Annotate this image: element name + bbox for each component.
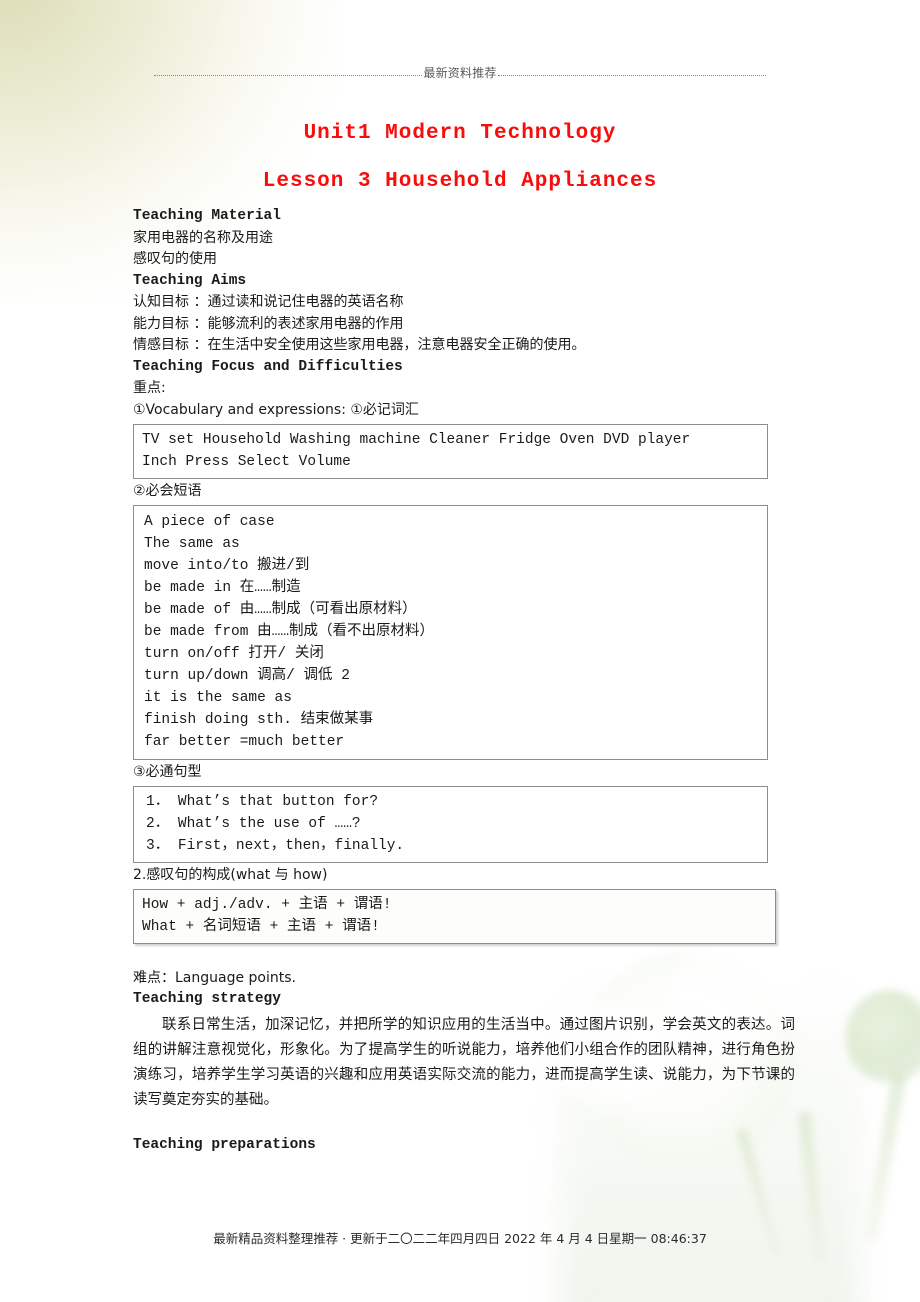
heading-teaching-preparations: Teaching preparations	[133, 1136, 316, 1153]
phrase-row: The same as	[144, 535, 240, 552]
teaching-material-line-2: 感叹句的使用	[133, 251, 217, 267]
teaching-aims-line-1: 认知目标 ：通过读和说记住电器的英语名称	[133, 294, 404, 310]
phrase-row: far better =much better	[144, 733, 345, 750]
flower-stem	[863, 1072, 907, 1242]
phrases-caption: ②必会短语	[133, 482, 202, 499]
vocabulary-row: TV set Household Washing machine Cleaner…	[142, 431, 691, 448]
exclamation-caption: 2.感叹句的构成(what 与 how)	[133, 866, 328, 883]
teaching-strategy-paragraph: 联系日常生活，加深记忆，并把所学的知识应用的生活当中。通过图片识别，学会英文的表…	[133, 1016, 795, 1108]
exclamation-structure-box: How + adj./adv. + 主语 + 谓语! What + 名词短语 +…	[133, 888, 776, 944]
phrase-row: be made in 在……制造	[144, 579, 301, 596]
teaching-aims-line-2: 能力目标 ：能够流利的表述家用电器的作用	[133, 315, 404, 332]
phrase-row: finish doing sth. 结束做某事	[144, 711, 374, 728]
phrase-row: turn on/off 打开/ 关闭	[144, 645, 324, 662]
page-title: Unit1 Modern Technology	[303, 122, 617, 145]
heading-teaching-focus: Teaching Focus and Difficulties	[133, 358, 403, 375]
page-subtitle: Lesson 3 Household Appliances	[262, 170, 658, 193]
vocabulary-box: TV set Household Washing machine Cleaner…	[133, 423, 768, 479]
teaching-aims-line-3: 情感目标 ：在生活中安全使用这些家用电器，注意电器安全正确的使用。	[133, 337, 586, 353]
pattern-row: 2． What’s the use of ……?	[146, 815, 361, 832]
flower-bud	[846, 990, 920, 1082]
difficulty-line: 难点：Language points.	[133, 969, 296, 986]
pattern-row: 1． What’s that button for?	[146, 793, 379, 810]
vocabulary-row: Inch Press Select Volume	[142, 453, 351, 470]
exclamation-row: What + 名词短语 + 主语 + 谓语!	[142, 918, 380, 935]
document-footer: 最新精品资料整理推荐 · 更新于二〇二二年四月四日 2022 年 4 月 4 日…	[213, 1231, 707, 1246]
heading-teaching-material: Teaching Material	[133, 208, 281, 224]
document-header: 最新资料推荐	[0, 64, 920, 81]
phrase-row: it is the same as	[144, 689, 292, 706]
pattern-row: 3． First，next，then，finally.	[146, 837, 405, 854]
document-page: 最新资料推荐 Unit1 Modern Technology Lesson 3 …	[0, 0, 920, 1302]
sentence-patterns-box: 1． What’s that button for? 2． What’s the…	[133, 785, 768, 863]
header-dotted-rule-right	[497, 67, 766, 76]
phrase-row: be made of 由……制成（可看出原材料）	[144, 601, 417, 618]
phrases-box: A piece of case The same as move into/to…	[133, 504, 768, 760]
exclamation-row: How + adj./adv. + 主语 + 谓语!	[142, 896, 392, 913]
header-dotted-rule-left	[154, 67, 423, 76]
phrase-row: be made from 由……制成（看不出原材料）	[144, 623, 435, 640]
heading-teaching-aims: Teaching Aims	[133, 272, 247, 289]
phrase-row: A piece of case	[144, 513, 275, 530]
vocabulary-caption: ①Vocabulary and expressions: ①必记词汇	[133, 401, 419, 418]
phrase-row: move into/to 搬进/到	[144, 557, 310, 574]
phrase-row: turn up/down 调高/ 调低 2	[144, 667, 350, 684]
patterns-caption: ③必通句型	[133, 763, 202, 780]
document-body: Teaching Material 家用电器的名称及用途 感叹句的使用 Teac…	[133, 206, 795, 1156]
header-title: 最新资料推荐	[423, 66, 497, 80]
heading-teaching-strategy: Teaching strategy	[133, 991, 281, 1007]
teaching-material-line-1: 家用电器的名称及用途	[133, 229, 273, 246]
focus-key-label: 重点:	[133, 380, 166, 396]
